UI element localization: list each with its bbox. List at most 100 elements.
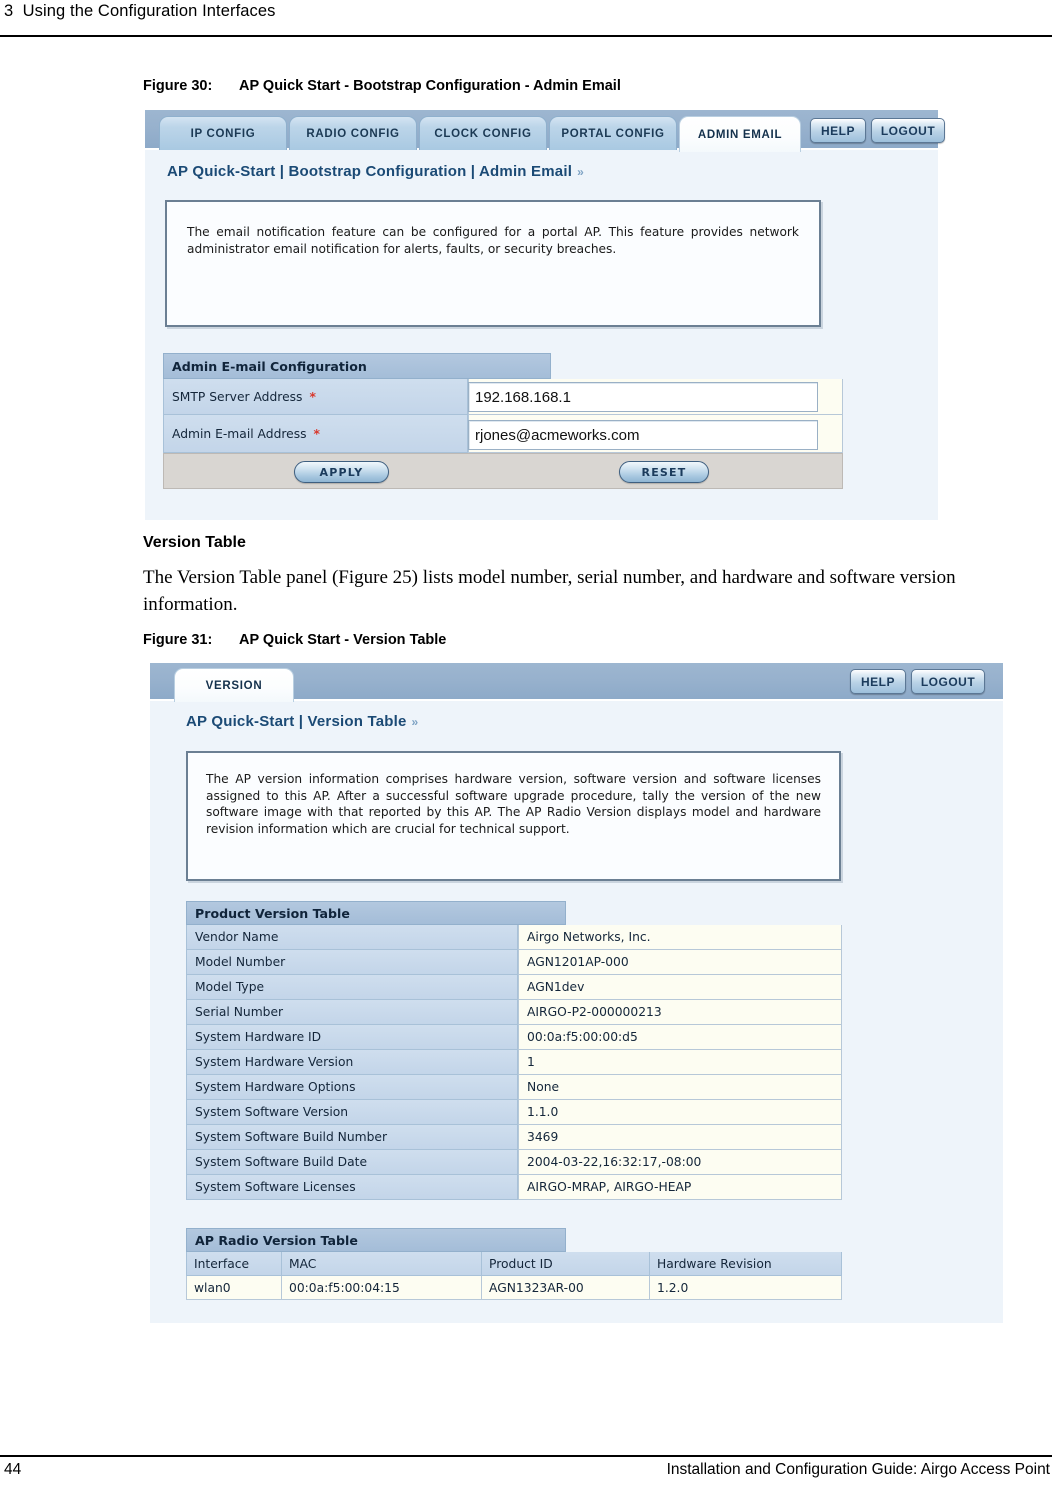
table-row: System Hardware Options None [186,1075,842,1100]
admin-email-input[interactable]: rjones@acmeworks.com [468,420,818,450]
row-label: System Software Build Number [186,1125,518,1150]
reset-button[interactable]: RESET [619,461,709,483]
row-value: 3469 [518,1125,842,1150]
row-value: AGN1dev [518,975,842,1000]
table-header-row: Interface MAC Product ID Hardware Revisi… [186,1252,842,1276]
table-row: System Hardware ID 00:0a:f5:00:00:d5 [186,1025,842,1050]
row-value: 1 [518,1050,842,1075]
tab-portal-config-label: PORTAL CONFIG [561,127,665,140]
figure-30-screenshot: IP CONFIG RADIO CONFIG CLOCK CONFIG PORT… [145,110,945,520]
table-row: Serial Number AIRGO-P2-000000213 [186,1000,842,1025]
product-version-table-title: Product Version Table [186,901,566,925]
logout-button-fig31[interactable]: LOGOUT [911,669,985,694]
info-box-fig31-text: The AP version information comprises har… [206,772,821,836]
table-row: wlan0 00:0a:f5:00:04:15 AGN1323AR-00 1.2… [186,1276,842,1300]
version-table-paragraph: The Version Table panel (Figure 25) list… [143,567,956,615]
smtp-server-label-text: SMTP Server Address [172,389,303,404]
help-button-fig31-label: HELP [860,674,895,689]
table-row: System Software Licenses AIRGO-MRAP, AIR… [186,1175,842,1200]
tab-version-label: VERSION [205,679,263,692]
cell-product-id: AGN1323AR-00 [482,1276,650,1300]
breadcrumb-fig31-text: AP Quick-Start | Version Table [186,713,407,730]
figure-30-title: AP Quick Start - Bootstrap Configuration… [239,78,621,94]
help-button[interactable]: HELP [810,118,866,143]
info-box-fig31: The AP version information comprises har… [186,751,841,881]
cell-mac: 00:0a:f5:00:04:15 [282,1276,482,1300]
breadcrumb-fig31: AP Quick-Start | Version Table » [186,713,419,730]
column-header-product-id: Product ID [482,1252,650,1276]
tab-portal-config[interactable]: PORTAL CONFIG [549,116,677,150]
tab-version[interactable]: VERSION [174,668,294,702]
row-value: None [518,1075,842,1100]
apply-button-label: APPLY [319,465,364,479]
admin-email-label: Admin E-mail Address * [163,415,468,453]
chapter-header: 3 Using the Configuration Interfaces [4,2,276,20]
row-label: System Software Version [186,1100,518,1125]
figure-31-number: Figure 31: [143,632,213,648]
row-value: 00:0a:f5:00:00:d5 [518,1025,842,1050]
figure-30-number: Figure 30: [143,78,213,94]
table-row: Model Type AGN1dev [186,975,842,1000]
tab-admin-email[interactable]: ADMIN EMAIL [679,116,801,152]
info-box-text: The email notification feature can be co… [187,225,799,256]
tab-admin-email-label: ADMIN EMAIL [697,128,783,141]
help-button-label: HELP [820,123,855,138]
cell-interface: wlan0 [186,1276,282,1300]
reset-button-label: RESET [641,465,687,479]
smtp-server-required-mark: * [309,389,316,404]
figure-30-caption: Figure 30: AP Quick Start - Bootstrap Con… [143,78,621,94]
column-header-mac: MAC [282,1252,482,1276]
row-value: Airgo Networks, Inc. [518,925,842,950]
admin-email-required-mark: * [313,426,320,441]
figure-31-title: AP Quick Start - Version Table [239,632,447,648]
row-label: System Hardware Version [186,1050,518,1075]
logout-button[interactable]: LOGOUT [871,118,945,143]
row-label: Model Type [186,975,518,1000]
help-button-fig31[interactable]: HELP [850,669,906,694]
logout-button-label: LOGOUT [880,123,936,138]
info-box: The email notification feature can be co… [165,200,821,327]
column-header-hardware-revision: Hardware Revision [650,1252,842,1276]
row-value: 1.1.0 [518,1100,842,1125]
ap-radio-version-table: AP Radio Version Table Interface MAC Pro… [186,1228,842,1300]
footer-title: Installation and Configuration Guide: Ai… [666,1461,1050,1478]
table-row: Vendor Name Airgo Networks, Inc. [186,925,842,950]
admin-email-label-text: Admin E-mail Address [172,426,307,441]
chevron-double-right-icon: » [577,165,584,179]
figure-31-caption: Figure 31: AP Quick Start - Version Table [143,632,446,648]
admin-email-input-value: rjones@acmeworks.com [475,426,640,444]
smtp-server-input[interactable]: 192.168.168.1 [468,382,818,412]
row-value: AGN1201AP-000 [518,950,842,975]
ap-radio-version-table-title: AP Radio Version Table [186,1228,566,1252]
table-row: System Software Build Date 2004-03-22,16… [186,1150,842,1175]
smtp-server-input-value: 192.168.168.1 [475,388,571,406]
cell-hardware-revision: 1.2.0 [650,1276,842,1300]
breadcrumb-text: AP Quick-Start | Bootstrap Configuration… [167,163,573,180]
version-table-heading: Version Table [143,534,246,551]
row-value: 2004-03-22,16:32:17,-08:00 [518,1150,842,1175]
tab-ip-config-label: IP CONFIG [190,127,256,140]
row-label: System Hardware ID [186,1025,518,1050]
table-row: System Software Version 1.1.0 [186,1100,842,1125]
table-row: System Software Build Number 3469 [186,1125,842,1150]
smtp-server-label: SMTP Server Address * [163,379,468,415]
tab-clock-config-label: CLOCK CONFIG [434,127,532,140]
header-rule [0,35,1052,37]
column-header-interface: Interface [186,1252,282,1276]
tab-clock-config[interactable]: CLOCK CONFIG [419,116,547,150]
logout-button-fig31-label: LOGOUT [920,674,976,689]
panel-title: Admin E-mail Configuration [163,353,551,379]
figure-31-screenshot: VERSION HELP LOGOUT AP Quick-Start | Ver… [150,663,1003,1323]
apply-button[interactable]: APPLY [294,461,389,483]
chevron-double-right-icon-fig31: » [411,715,419,729]
row-label: Serial Number [186,1000,518,1025]
table-row: System Hardware Version 1 [186,1050,842,1075]
row-label: Vendor Name [186,925,518,950]
footer-rule [0,1455,1052,1457]
row-label: System Software Build Date [186,1150,518,1175]
row-label: System Software Licenses [186,1175,518,1200]
tab-radio-config[interactable]: RADIO CONFIG [289,116,417,150]
tab-ip-config[interactable]: IP CONFIG [159,116,287,150]
tab-radio-config-label: RADIO CONFIG [306,127,400,140]
footer-page-number: 44 [4,1461,22,1478]
